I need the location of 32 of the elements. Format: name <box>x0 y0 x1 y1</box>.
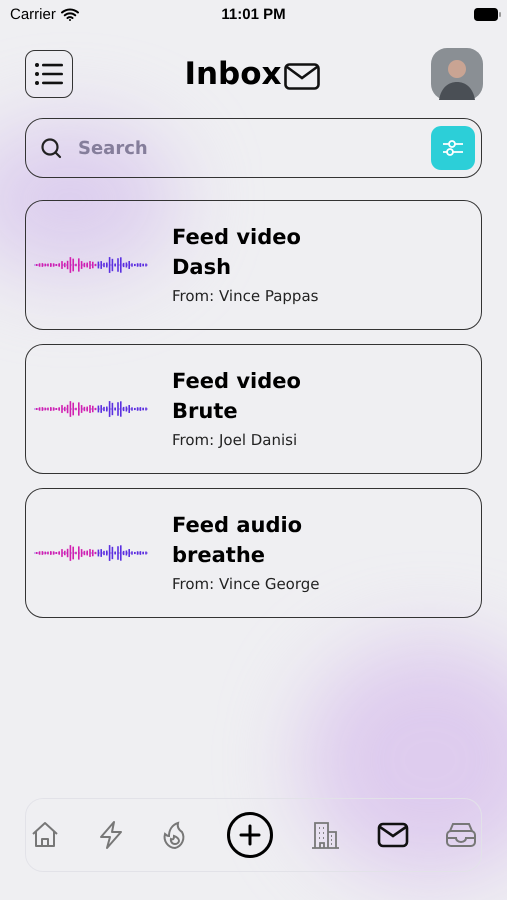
page-title: Inbox <box>184 58 282 90</box>
message-card[interactable]: Feed video Dash From: Vince Pappas <box>25 200 482 330</box>
wifi-icon <box>60 8 79 20</box>
tray-icon <box>445 821 477 849</box>
message-type: Feed video <box>172 369 301 393</box>
carrier-label: Carrier <box>10 6 56 22</box>
search-icon <box>40 137 62 159</box>
message-title: breathe <box>172 543 266 567</box>
nav-tab[interactable] <box>376 822 408 848</box>
building-icon <box>310 820 340 850</box>
message-card[interactable]: Feed video Brute From: Joel Danisi <box>25 344 482 474</box>
search-input[interactable]: Search <box>76 136 417 160</box>
plus-icon <box>226 811 274 859</box>
message-title: Dash <box>172 255 232 279</box>
menu-icon <box>34 62 64 86</box>
message-sender: From: Vince George <box>172 575 320 593</box>
message-card[interactable]: Feed audio breathe From: Vince George <box>25 488 482 618</box>
battery-icon <box>474 8 501 20</box>
search-field[interactable]: Search <box>25 118 482 178</box>
message-title: Brute <box>172 399 239 423</box>
status-time: 11:01 PM <box>221 6 286 22</box>
mail-icon <box>376 822 408 848</box>
avatar[interactable] <box>431 48 483 100</box>
mail-icon <box>284 62 320 90</box>
message-type: Feed video <box>172 225 302 249</box>
home-icon <box>30 820 60 850</box>
sliders-icon <box>442 138 464 158</box>
add-button[interactable] <box>226 811 274 859</box>
message-sender: From: Vince Pappas <box>172 287 318 305</box>
message-type: Feed audio <box>172 513 304 537</box>
menu-button[interactable] <box>25 50 73 98</box>
message-sender: From: Joel Danisi <box>172 431 298 449</box>
